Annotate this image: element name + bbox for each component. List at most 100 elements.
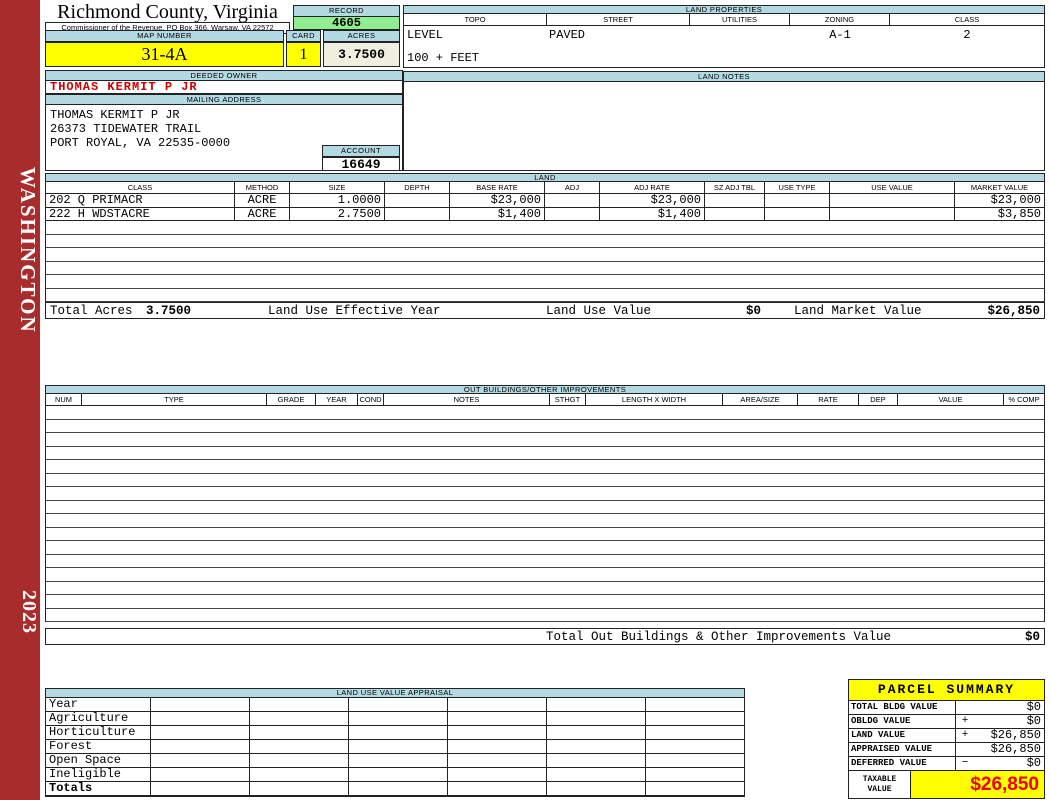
effective-year-label: Land Use Effective Year [268, 304, 441, 318]
appraisal-cell [349, 754, 448, 768]
frontage-note: 100 + FEET [407, 51, 480, 65]
mailing-address-header: MAILING ADDRESS [45, 94, 403, 105]
taxable-label: TAXABLE VALUE [849, 771, 911, 798]
appraisal-cell [547, 782, 646, 796]
appraisal-cell [151, 698, 250, 712]
spine-sidebar: WASHINGTON 2023 [0, 0, 40, 800]
mailing-address-box: THOMAS KERMIT P JR 26373 TIDEWATER TRAIL… [45, 105, 403, 172]
parcel-summary-row: LAND VALUE + $26,850 [849, 728, 1044, 742]
land-column: MARKET VALUE [970, 183, 1029, 192]
out-buildings-column: YEAR [316, 394, 358, 405]
appraisal-cell [349, 740, 448, 754]
out-buildings-empty-row [46, 582, 1044, 595]
parcel-summary-row: TOTAL BLDG VALUE $0 [849, 700, 1044, 714]
out-buildings-body [45, 406, 1045, 622]
total-acres-value: 3.7500 [146, 304, 192, 318]
map-number-header: MAP NUMBER [45, 30, 284, 42]
land-column: SZ ADJ TBL [705, 182, 765, 193]
appraisal-cell [349, 712, 448, 726]
appraisal-cell [646, 726, 744, 740]
land-column: DEPTH [385, 182, 450, 193]
land-cell-sz_adj_tbl [705, 194, 765, 207]
spine-year-label: 2023 [18, 590, 40, 634]
land-column: ADJ [545, 182, 600, 193]
land-column: CLASS [46, 182, 235, 193]
parcel-summary-row: APPRAISED VALUE $26,850 [849, 742, 1044, 756]
land-cell-use_type [765, 207, 830, 220]
out-buildings-empty-row [46, 568, 1044, 582]
appraisal-cell [349, 698, 448, 712]
land-cell-method: ACRE [235, 194, 290, 207]
land-cell-size: 2.7500 [290, 207, 385, 220]
parcel-summary-value: $0 [1026, 756, 1041, 770]
appraisal-row: Year [46, 698, 744, 712]
out-buildings-columns: NUM TYPE GRADE YEAR COND NOTES STHGT LENGTH X W… [45, 394, 1045, 406]
land-cell-adj [545, 194, 600, 207]
acres-value: 3.7500 [323, 42, 400, 67]
appraisal-row: Agriculture [46, 712, 744, 726]
appraisal-cell [250, 740, 349, 754]
land-cell-market_value: $3,850 [997, 207, 1041, 220]
property-record-card: WASHINGTON 2023 Richmond County, Virgini… [0, 0, 1050, 800]
land-market-value-label: Land Market Value [794, 304, 922, 318]
appraisal-cell [646, 698, 744, 712]
card-header: CARD [286, 30, 321, 42]
appraisal-cell [448, 698, 547, 712]
appraisal-row-label: Ineligible [46, 768, 151, 782]
land-cell-size: 1.0000 [290, 194, 385, 207]
parcel-summary-operator: + [961, 729, 969, 741]
parcel-summary-value: $0 [1026, 714, 1041, 728]
land-market-value: $26,850 [987, 304, 1040, 318]
land-table-header: LAND [45, 173, 1045, 182]
land-cell-market_value: $23,000 [990, 194, 1041, 207]
land-column: SIZE [290, 182, 385, 193]
land-column: ADJ RATE [600, 182, 705, 193]
out-buildings-column: COND [358, 394, 384, 405]
spine-county-label: WASHINGTON [16, 166, 40, 334]
appraisal-cell [448, 726, 547, 740]
total-acres-label: Total Acres [50, 304, 133, 318]
appraisal-cell [151, 754, 250, 768]
appraisal-row-label: Totals [46, 782, 151, 796]
appraisal-row: Open Space [46, 754, 744, 768]
appraisal-row: Horticulture [46, 726, 744, 740]
land-properties-values: LEVEL PAVED A-1 2 100 + FEET [403, 26, 1045, 68]
land-cell-depth [385, 207, 450, 220]
out-buildings-total-row: Total Out Buildings & Other Improvements… [45, 628, 1045, 645]
out-buildings-empty-row [46, 447, 1044, 460]
appraisal-cell [547, 754, 646, 768]
appraisal-cell [151, 782, 250, 796]
appraisal-row-label: Year [46, 698, 151, 712]
land-cell-method: ACRE [235, 207, 290, 220]
out-buildings-empty-row [46, 433, 1044, 447]
deeded-owner-value: THOMAS KERMIT P JR [45, 81, 403, 94]
land-column: METHOD [235, 182, 290, 193]
land-properties-column: TOPO [404, 14, 547, 25]
appraisal-cell [250, 768, 349, 782]
land-column: USE TYPE [765, 182, 830, 193]
land-cell-base_rate: $23,000 [450, 194, 545, 207]
land-properties-column: UTILITIES [690, 14, 790, 25]
parcel-summary-value: $26,850 [990, 742, 1041, 756]
appraisal-cell [250, 754, 349, 768]
appraisal-cell [547, 698, 646, 712]
appraisal-cell [151, 726, 250, 740]
parcel-summary-operator [956, 743, 974, 756]
street-value: PAVED [549, 28, 586, 42]
land-cell-sz_adj_tbl [705, 207, 765, 220]
appraisal-cell [547, 726, 646, 740]
land-properties-column: ZONING [790, 14, 890, 25]
land-empty-row [46, 248, 1044, 262]
parcel-summary-label: TOTAL BLDG VALUE [849, 701, 956, 714]
land-table-body: 202 Q PRIMACR ACRE 1.0000 $23,000 $23,000 $23… [45, 194, 1045, 302]
land-empty-row [46, 262, 1044, 275]
out-buildings-empty-row [46, 595, 1044, 609]
out-buildings-empty-row [46, 555, 1044, 568]
appraisal-row: Totals [46, 782, 744, 796]
out-buildings-empty-row [46, 420, 1044, 433]
out-buildings-column: % COMP [1008, 395, 1040, 404]
parcel-summary-label: LAND VALUE [849, 729, 956, 742]
land-properties-header: LAND PROPERTIES [403, 5, 1045, 14]
parcel-summary-row: OBLDG VALUE + $0 [849, 714, 1044, 728]
address-line-2: 26373 TIDEWATER TRAIL [50, 122, 202, 136]
